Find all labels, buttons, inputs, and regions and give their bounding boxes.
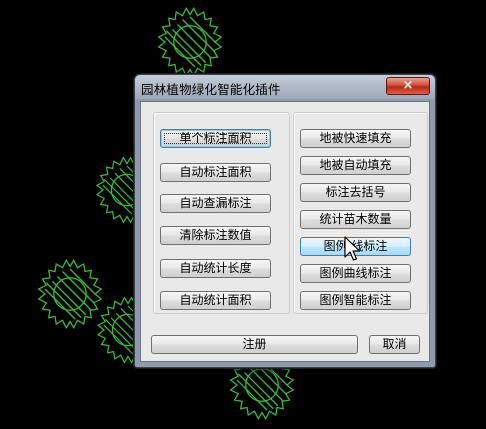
legend-smart-label-button[interactable]: 图例智能标注 [300,291,411,310]
window-title: 园林植物绿化智能化插件 [141,82,281,97]
close-button[interactable]: × [386,77,430,95]
single-area-label-button[interactable]: 单个标注面积 [160,129,271,148]
dialog-client-area: 单个标注面积 自动标注面积 自动查漏标注 清除标注数值 自动统计长度 自动统计面… [140,101,430,362]
button-label: 自动统计长度 [179,261,252,275]
auto-stat-area-button[interactable]: 自动统计面积 [160,291,271,310]
button-label: 清除标注数值 [179,228,252,242]
button-label: 地被快速填充 [319,131,392,145]
close-icon: × [402,78,414,93]
button-label: 自动标注面积 [179,165,252,179]
button-label: 注册 [242,337,267,351]
button-label: 图例曲线标注 [319,266,392,280]
plant-symbol-icon [39,260,102,328]
remove-brackets-button[interactable]: 标注去括号 [300,183,411,202]
button-label: 自动查漏标注 [179,196,252,210]
auto-area-label-button[interactable]: 自动标注面积 [160,163,271,182]
ground-cover-auto-fill-button[interactable]: 地被自动填充 [300,156,411,175]
button-label: 取消 [382,337,407,351]
count-seedlings-button[interactable]: 统计苗木数量 [300,210,411,229]
clear-label-values-button[interactable]: 清除标注数值 [160,226,271,245]
button-label: 地被自动填充 [319,158,392,172]
button-label: 标注去括号 [325,185,386,199]
button-label: 图例智能标注 [319,293,392,307]
ground-cover-quick-fill-button[interactable]: 地被快速填充 [300,129,411,148]
plant-symbol-icon [159,8,222,76]
button-label: 自动统计面积 [179,293,252,307]
cancel-button[interactable]: 取消 [369,335,420,354]
auto-stat-length-button[interactable]: 自动统计长度 [160,259,271,278]
plugin-dialog: 园林植物绿化智能化插件 × 单个标注面积 自动标注面积 自动查漏标注 清除标注数… [134,74,436,368]
auto-check-missing-button[interactable]: 自动查漏标注 [160,194,271,213]
legend-curve-label-button[interactable]: 图例曲线标注 [300,264,411,283]
legend-straight-line-label-button[interactable]: 图例 线标注 [300,237,411,256]
button-label: 图例 线标注 [323,239,388,253]
button-label: 统计苗木数量 [319,212,392,226]
title-bar[interactable]: 园林植物绿化智能化插件 × [135,75,435,99]
register-button[interactable]: 注册 [151,335,358,354]
